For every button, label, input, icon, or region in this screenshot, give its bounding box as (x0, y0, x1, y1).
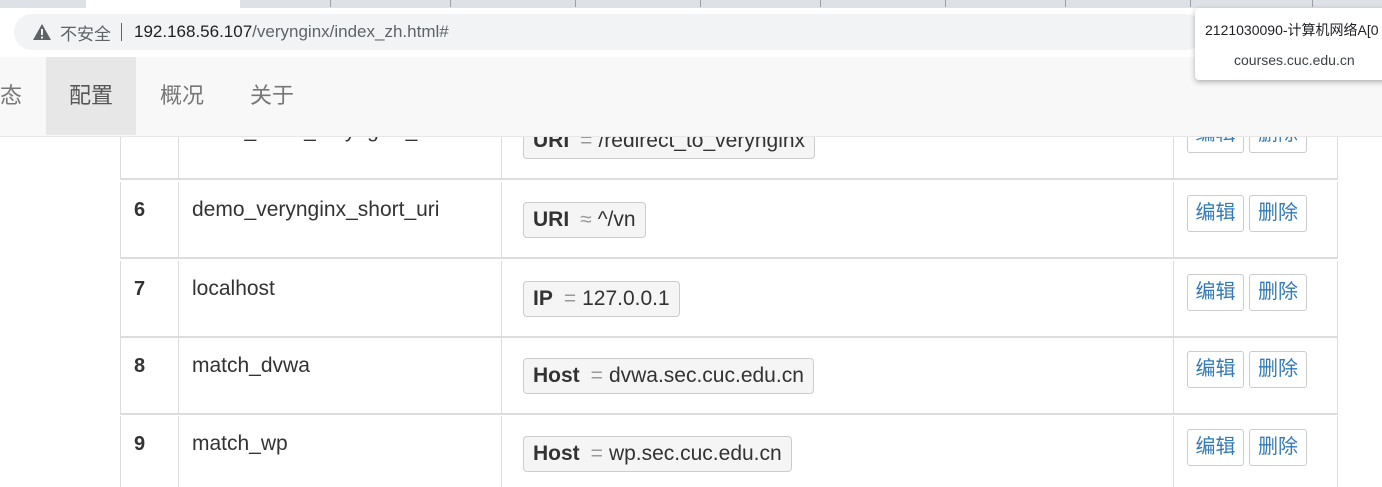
condition-value: dvwa.sec.cuc.edu.cn (608, 364, 804, 387)
condition-operator: ≈ (580, 208, 592, 231)
column-divider (1173, 182, 1174, 257)
tab-separator (1190, 0, 1191, 7)
matcher-condition: Host = wp.sec.cuc.edu.cn (523, 436, 792, 472)
table-row: 7 localhost IP = 127.0.0.1 编辑 删除 (120, 261, 1338, 338)
tab-separator (945, 0, 946, 7)
condition-value: wp.sec.cuc.edu.cn (608, 442, 782, 465)
matcher-name: localhost (192, 277, 275, 300)
delete-button[interactable]: 删除 (1249, 351, 1307, 388)
hover-card-domain: courses.cuc.edu.cn (1234, 52, 1355, 68)
row-number: 8 (134, 355, 146, 377)
tab-separator (575, 0, 576, 7)
security-status-label[interactable]: 不安全 (60, 20, 111, 45)
nav-item-status[interactable]: 态 (0, 57, 24, 135)
row-number: 9 (134, 433, 146, 455)
url-path: /verynginx/index_zh.html# (252, 22, 449, 41)
matcher-condition: URI ≈ ^/vn (523, 202, 646, 238)
condition-value: ^/vn (597, 208, 636, 231)
nav-item-config[interactable]: 配置 (46, 57, 136, 135)
table-row: 8 match_dvwa Host = dvwa.sec.cuc.edu.cn … (120, 338, 1338, 415)
address-bar[interactable]: 不安全 192.168.56.107/verynginx/index_zh.ht… (14, 14, 1204, 50)
edit-button[interactable]: 编辑 (1187, 274, 1244, 311)
edit-button[interactable]: 编辑 (1187, 195, 1244, 232)
column-divider (1173, 338, 1174, 413)
column-divider (1173, 261, 1174, 336)
hover-card-title: 2121030090-计算机网络A[0 (1205, 22, 1379, 38)
url-text[interactable]: 192.168.56.107/verynginx/index_zh.html# (134, 22, 449, 42)
condition-operator: = (563, 287, 577, 310)
column-divider (178, 261, 179, 336)
tab-separator (330, 0, 331, 7)
column-divider (178, 338, 179, 413)
warning-icon[interactable] (32, 23, 52, 41)
column-divider (1173, 416, 1174, 487)
matcher-name: match_dvwa (192, 354, 310, 377)
condition-key: Host (533, 442, 580, 465)
matcher-name: match_wp (192, 432, 288, 455)
condition-key: URI (533, 208, 570, 231)
matcher-condition: IP = 127.0.0.1 (523, 281, 680, 317)
tab-separator (1065, 0, 1066, 7)
url-host: 192.168.56.107 (134, 22, 253, 41)
delete-button[interactable]: 删除 (1249, 429, 1307, 466)
matcher-name: demo_verynginx_short_uri (192, 198, 440, 221)
row-number: 7 (134, 278, 146, 300)
column-divider (501, 416, 502, 487)
condition-operator: = (590, 364, 603, 387)
column-divider (501, 338, 502, 413)
table-row: 9 match_wp Host = wp.sec.cuc.edu.cn 编辑 删… (120, 416, 1338, 487)
tab-separator (820, 0, 821, 7)
condition-key: Host (533, 364, 580, 387)
tab-separator (1312, 0, 1313, 7)
edit-button[interactable]: 编辑 (1187, 429, 1244, 466)
nav-item-about[interactable]: 关于 (227, 57, 317, 135)
column-divider (178, 182, 179, 257)
row-number: 6 (134, 199, 146, 221)
tab-separator (450, 0, 451, 7)
column-divider (178, 416, 179, 487)
condition-operator: = (590, 442, 603, 465)
condition-value: 127.0.0.1 (582, 287, 670, 310)
delete-button[interactable]: 删除 (1249, 195, 1307, 232)
browser-tab-strip (0, 0, 1382, 8)
delete-button[interactable]: 删除 (1249, 274, 1307, 311)
column-divider (501, 261, 502, 336)
matcher-condition: Host = dvwa.sec.cuc.edu.cn (523, 358, 814, 394)
tab-hover-card: 2121030090-计算机网络A[0 courses.cuc.edu.cn (1195, 8, 1382, 80)
column-divider (501, 182, 502, 257)
active-browser-tab[interactable] (86, 0, 240, 8)
address-separator (121, 23, 122, 41)
condition-key: IP (533, 287, 553, 310)
edit-button[interactable]: 编辑 (1187, 351, 1244, 388)
top-navbar: 态 配置 概况 关于 (0, 57, 1382, 137)
tab-separator (700, 0, 701, 7)
browser-toolbar: 不安全 192.168.56.107/verynginx/index_zh.ht… (0, 8, 1382, 58)
nav-item-summary[interactable]: 概况 (137, 57, 227, 135)
table-row: 6 demo_verynginx_short_uri URI ≈ ^/vn 编辑… (120, 182, 1338, 259)
